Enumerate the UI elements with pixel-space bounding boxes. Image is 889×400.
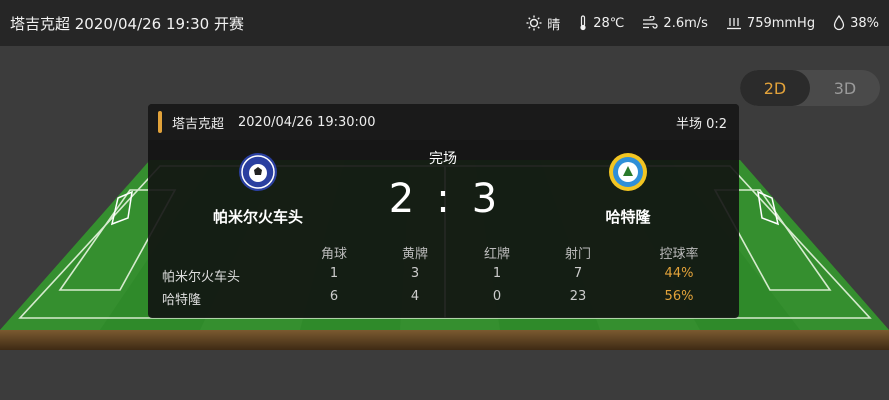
weather-bar: 晴 28℃ 2.6m/s 759mmHg 38%	[526, 14, 879, 33]
wind-icon	[642, 16, 659, 30]
view-2d-button[interactable]: 2D	[740, 70, 810, 106]
header-yellow-cards: 黄牌	[401, 247, 429, 262]
header-possession: 控球率	[659, 247, 699, 262]
humidity-text: 38%	[850, 15, 879, 31]
cell-red-cards: 1	[492, 266, 502, 281]
card-header: 塔吉克超 2020/04/26 19:30:00 半场 0:2	[148, 104, 739, 140]
half-time-score: 半场 0:2	[675, 116, 727, 132]
away-team: 哈特隆	[548, 152, 708, 227]
weather-humidity: 38%	[833, 15, 879, 31]
top-bar: 塔吉克超 2020/04/26 19:30 开赛 晴 28℃ 2.6m/s 75…	[0, 0, 889, 46]
scoreline: 2 : 3	[368, 176, 518, 222]
cell-yellow-cards: 4	[410, 289, 420, 304]
table-row: 哈特隆 6 4 0 23 56%	[148, 286, 739, 309]
row-team-name: 帕米尔火车头	[162, 270, 241, 285]
wind-text: 2.6m/s	[663, 15, 708, 31]
view-toggle: 2D 3D	[740, 70, 880, 106]
header-corners: 角球	[320, 247, 348, 262]
humidity-icon	[833, 15, 845, 31]
league-name: 塔吉克超	[172, 116, 225, 132]
thermometer-icon	[578, 15, 588, 31]
cell-corners: 6	[329, 289, 339, 304]
home-team-name: 帕米尔火车头	[212, 208, 303, 226]
home-score: 2	[388, 176, 415, 222]
stats-table: 角球 黄牌 红牌 射门 控球率 帕米尔火车头 1 3 1 7 44% 哈特隆 6…	[148, 240, 739, 309]
weather-temperature: 28℃	[578, 15, 624, 31]
cell-shots: 23	[569, 289, 587, 304]
cell-possession: 44%	[664, 266, 694, 281]
accent-bar	[158, 111, 162, 133]
away-team-logo	[608, 152, 648, 192]
home-team: 帕米尔火车头	[178, 152, 338, 227]
temperature-text: 28℃	[593, 15, 625, 31]
header-red-cards: 红牌	[483, 247, 511, 262]
weather-pressure: 759mmHg	[726, 16, 815, 31]
cell-shots: 7	[573, 266, 583, 281]
cell-red-cards: 0	[492, 289, 502, 304]
score-separator: :	[436, 176, 450, 222]
match-datetime: 2020/04/26 19:30:00	[238, 114, 376, 130]
away-score: 3	[471, 176, 498, 222]
match-title: 塔吉克超 2020/04/26 19:30 开赛	[10, 14, 244, 33]
stats-header-row: 角球 黄牌 红牌 射门 控球率	[148, 240, 739, 263]
cell-corners: 1	[329, 266, 339, 281]
home-team-logo	[238, 152, 278, 192]
row-team-name: 哈特隆	[162, 293, 202, 308]
view-3d-button[interactable]: 3D	[810, 70, 880, 106]
weather-condition: 晴	[526, 14, 560, 33]
header-shots: 射门	[564, 247, 592, 262]
table-row: 帕米尔火车头 1 3 1 7 44%	[148, 263, 739, 286]
cell-yellow-cards: 3	[410, 266, 420, 281]
cell-possession: 56%	[664, 289, 694, 304]
weather-condition-text: 晴	[547, 17, 561, 33]
sun-icon	[526, 15, 542, 31]
away-team-name: 哈特隆	[605, 208, 651, 226]
match-status: 完场	[429, 151, 457, 167]
pressure-icon	[726, 16, 742, 30]
match-card: 塔吉克超 2020/04/26 19:30:00 半场 0:2 帕米尔火车头 完…	[148, 104, 739, 318]
pressure-text: 759mmHg	[746, 15, 816, 31]
weather-wind: 2.6m/s	[642, 16, 708, 31]
